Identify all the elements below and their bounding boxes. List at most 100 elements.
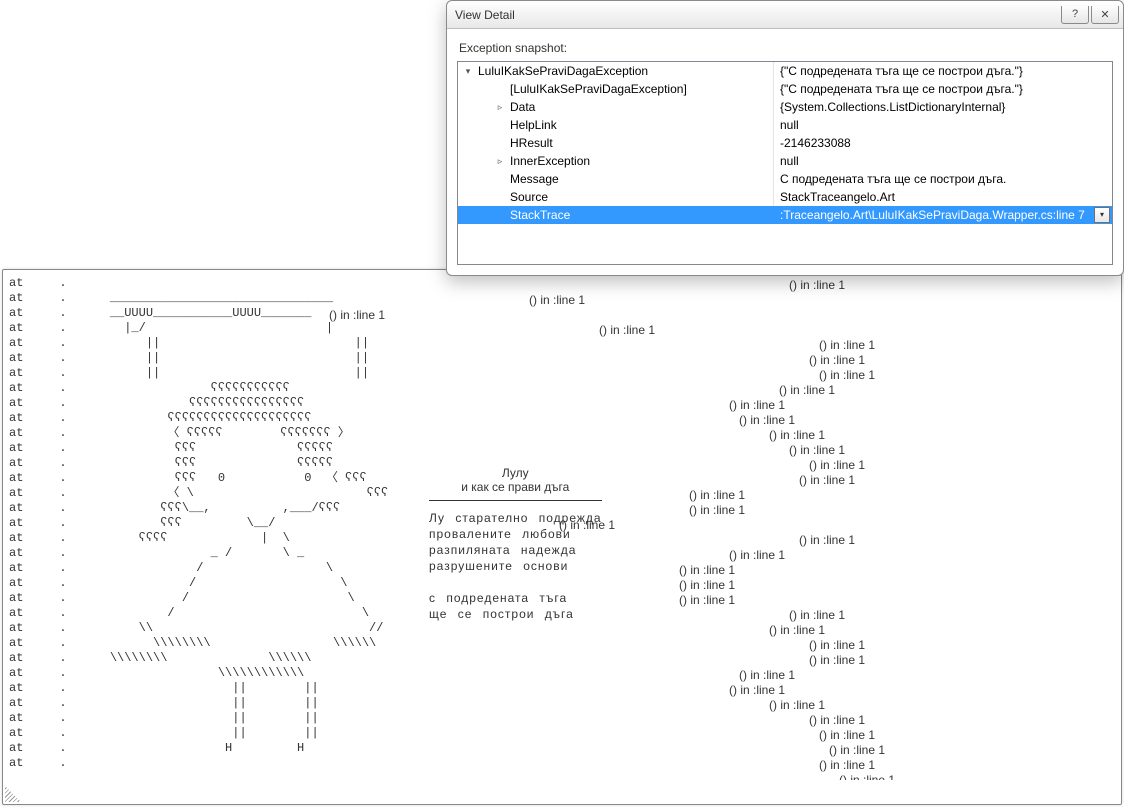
expander-spacer (494, 191, 506, 203)
property-name: [LuluIKakSePraviDagaException] (510, 80, 687, 98)
property-name: Message (510, 170, 559, 188)
grid-row[interactable]: ▹ InnerException null (458, 152, 1112, 170)
stack-line-tag: () in :line 1 (9, 698, 1115, 713)
grid-row[interactable]: ▹ Data {System.Collections.ListDictionaryI… (458, 98, 1112, 116)
stack-line-tag: () in :line 1 (9, 653, 1115, 668)
line-tags-column: () in :line 1() in :line 1() in :line 1(… (9, 278, 1115, 780)
property-name-cell: Message (458, 170, 774, 188)
property-name: Source (510, 188, 548, 206)
property-value: {System.Collections.ListDictionaryIntern… (780, 98, 1005, 116)
property-name: HResult (510, 134, 553, 152)
grid-row[interactable]: [LuluIKakSePraviDagaException] {"С подред… (458, 80, 1112, 98)
dialog-titlebar[interactable]: View Detail ? ✕ (447, 1, 1123, 29)
stack-line-tag: () in :line 1 (9, 503, 1115, 518)
stack-line-tag: () in :line 1 (9, 773, 1115, 780)
stack-line-tag: () in :line 1 (9, 323, 1115, 338)
expand-icon[interactable]: ▹ (494, 101, 506, 113)
property-value: null (780, 116, 799, 134)
stack-line-tag: () in :line 1 (9, 518, 1115, 533)
stack-line-tag: () in :line 1 (9, 443, 1115, 458)
expand-icon[interactable]: ▹ (494, 155, 506, 167)
stack-line-tag: () in :line 1 (9, 563, 1115, 578)
property-value: null (780, 152, 799, 170)
property-name-cell: HResult (458, 134, 774, 152)
stack-line-tag: () in :line 1 (9, 278, 1115, 293)
property-name-cell: ▹ Data (458, 98, 774, 116)
property-value: С подредената тъга ще се построи дъга. (780, 170, 1006, 188)
grid-row[interactable]: HResult -2146233088 (458, 134, 1112, 152)
stack-line-tag: () in :line 1 (9, 548, 1115, 563)
expander-spacer (494, 83, 506, 95)
property-name: LuluIKakSePraviDagaException (478, 62, 648, 80)
help-button[interactable]: ? (1061, 6, 1089, 24)
stacktrace-content: at . at . ______________________________… (9, 276, 1115, 780)
property-name-cell: StackTrace (458, 206, 774, 224)
property-name-cell: Source (458, 188, 774, 206)
grid-row[interactable]: Source StackTraceangelo.Art (458, 188, 1112, 206)
expander-spacer (494, 209, 506, 221)
stack-line-tag: () in :line 1 (9, 308, 1115, 323)
stack-line-tag: () in :line 1 (9, 638, 1115, 653)
stack-line-tag: () in :line 1 (9, 623, 1115, 638)
stack-line-tag: () in :line 1 (9, 293, 1115, 308)
stack-line-tag: () in :line 1 (9, 668, 1115, 683)
stack-line-tag: () in :line 1 (9, 413, 1115, 428)
stack-line-tag: () in :line 1 (9, 488, 1115, 503)
property-value-cell: -2146233088 (774, 134, 1112, 152)
stacktrace-panel: at . at . ______________________________… (2, 269, 1122, 805)
stack-line-tag: () in :line 1 (9, 383, 1115, 398)
property-name-cell: HelpLink (458, 116, 774, 134)
stack-line-tag: () in :line 1 (9, 578, 1115, 593)
stack-line-tag: () in :line 1 (9, 533, 1115, 548)
expander-spacer (494, 119, 506, 131)
property-value: :Traceangelo.Art\LuluIKakSePraviDaga.Wra… (780, 206, 1085, 224)
stack-line-tag: () in :line 1 (9, 353, 1115, 368)
expander-spacer (494, 173, 506, 185)
grid-row[interactable]: Message С подредената тъга ще се построи … (458, 170, 1112, 188)
grid-row[interactable]: HelpLink null (458, 116, 1112, 134)
grid-row[interactable]: StackTrace :Traceangelo.Art\LuluIKakSePra… (458, 206, 1112, 224)
property-value: -2146233088 (780, 134, 851, 152)
stack-line-tag: () in :line 1 (9, 368, 1115, 383)
property-value: {"С подредената тъга ще се построи дъга.… (780, 80, 1023, 98)
close-button[interactable]: ✕ (1091, 6, 1119, 24)
question-icon: ? (1072, 8, 1078, 20)
grid-row[interactable]: ▾ LuluIKakSePraviDagaException {"С подреде… (458, 62, 1112, 80)
property-name: HelpLink (510, 116, 557, 134)
property-value-cell: {"С подредената тъга ще се построи дъга.… (774, 80, 1112, 98)
stack-line-tag: () in :line 1 (9, 683, 1115, 698)
collapse-icon[interactable]: ▾ (462, 65, 474, 77)
property-name: InnerException (510, 152, 590, 170)
resize-grip-icon[interactable] (5, 786, 21, 802)
property-value-cell: StackTraceangelo.Art (774, 188, 1112, 206)
stack-line-tag: () in :line 1 (9, 458, 1115, 473)
expander-spacer (494, 137, 506, 149)
property-value-cell: null (774, 116, 1112, 134)
exception-tree-grid[interactable]: ▾ LuluIKakSePraviDagaException {"С подреде… (457, 61, 1113, 265)
visualizer-dropdown-icon[interactable]: ▾ (1094, 207, 1110, 223)
stack-line-tag: () in :line 1 (9, 728, 1115, 743)
property-value-cell: {System.Collections.ListDictionaryIntern… (774, 98, 1112, 116)
property-name-cell: [LuluIKakSePraviDagaException] (458, 80, 774, 98)
dialog-title: View Detail (455, 8, 1059, 22)
stack-line-tag: () in :line 1 (9, 743, 1115, 758)
stack-line-tag: () in :line 1 (9, 713, 1115, 728)
stack-line-tag: () in :line 1 (9, 473, 1115, 488)
property-value-cell: :Traceangelo.Art\LuluIKakSePraviDaga.Wra… (774, 206, 1112, 224)
stack-line-tag: () in :line 1 (9, 398, 1115, 413)
stack-line-tag: () in :line 1 (9, 608, 1115, 623)
stack-line-tag: () in :line 1 (9, 428, 1115, 443)
property-name-cell: ▹ InnerException (458, 152, 774, 170)
property-value-cell: {"С подредената тъга ще се построи дъга.… (774, 62, 1112, 80)
stack-line-tag: () in :line 1 (9, 338, 1115, 353)
property-value: {"С подредената тъга ще се построи дъга.… (780, 62, 1023, 80)
snapshot-label: Exception snapshot: (459, 41, 1111, 55)
stack-line-tag: () in :line 1 (9, 758, 1115, 773)
property-name: Data (510, 98, 535, 116)
view-detail-dialog: View Detail ? ✕ Exception snapshot: ▾ Lul… (446, 0, 1124, 276)
property-value-cell: null (774, 152, 1112, 170)
property-name-cell: ▾ LuluIKakSePraviDagaException (458, 62, 774, 80)
stack-line-tag: () in :line 1 (9, 593, 1115, 608)
property-name: StackTrace (510, 206, 570, 224)
property-value-cell: С подредената тъга ще се построи дъга. (774, 170, 1112, 188)
